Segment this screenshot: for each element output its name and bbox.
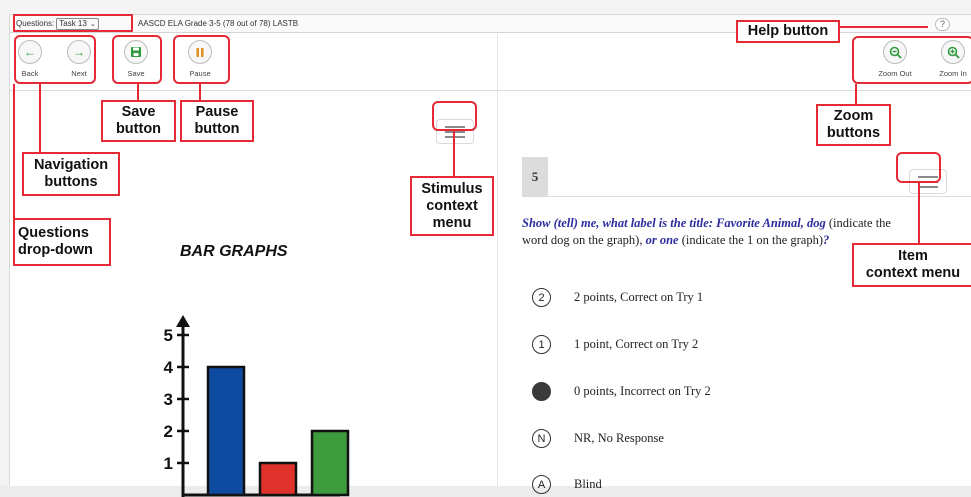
option-text: 0 points, Incorrect on Try 2 — [574, 384, 711, 398]
score-option[interactable]: 2 2 points, Correct on Try 1 — [532, 288, 703, 307]
item-pane: 5 Show (tell) me, what label is the titl… — [498, 91, 971, 494]
help-button[interactable]: ? — [935, 18, 950, 31]
stimulus-pane: BAR GRAPHS 12345ABC — [10, 91, 498, 497]
option-bubble[interactable]: N — [532, 429, 551, 448]
y-tick-label: 1 — [164, 454, 173, 473]
score-option[interactable]: N NR, No Response — [532, 429, 664, 448]
callout-navigation: Navigation buttons — [22, 152, 120, 196]
y-tick-label: 4 — [164, 358, 174, 377]
callout-questions: Questions drop-down — [13, 218, 111, 266]
bar-chart: 12345ABC — [164, 315, 350, 497]
hamburger-line — [918, 185, 938, 188]
option-bubble-selected[interactable] — [532, 382, 551, 401]
test-title: AASCD ELA Grade 3-5 (78 out of 78) LASTB — [138, 19, 299, 28]
prompt-emphasis: Show (tell) me, what label is the title:… — [522, 216, 826, 230]
item-menu-highlight — [896, 152, 941, 183]
prompt-emphasis: or one — [645, 233, 679, 247]
item-number: 5 — [522, 157, 548, 197]
option-text: NR, No Response — [574, 431, 664, 445]
pause-highlight — [173, 35, 230, 84]
hamburger-line — [445, 135, 465, 138]
score-option[interactable]: 1 1 point, Correct on Try 2 — [532, 335, 698, 354]
navigation-highlight — [14, 35, 96, 84]
item-prompt: Show (tell) me, what label is the title:… — [522, 215, 892, 249]
zoom-highlight — [852, 36, 971, 84]
bar-c — [310, 429, 350, 497]
y-tick-label: 3 — [164, 390, 173, 409]
option-text: 1 point, Correct on Try 2 — [574, 337, 699, 351]
option-text: 2 points, Correct on Try 1 — [574, 290, 704, 304]
item-divider — [548, 196, 971, 197]
callout-stimulus-menu: Stimulus context menu — [410, 176, 494, 236]
test-window: Questions: Task 13 ⌄ AASCD ELA Grade 3-5… — [9, 14, 971, 497]
y-tick-label: 5 — [164, 326, 173, 345]
prompt-emphasis: ? — [823, 233, 830, 247]
prompt-text: (indicate the 1 on the graph) — [678, 233, 823, 247]
callout-save: Save button — [101, 100, 176, 142]
callout-help: Help button — [736, 20, 840, 43]
callout-item-menu: Item context menu — [852, 243, 971, 287]
questions-dropdown-highlight — [13, 14, 133, 32]
save-highlight — [112, 35, 162, 84]
option-bubble[interactable]: 1 — [532, 335, 551, 354]
option-bubble[interactable]: 2 — [532, 288, 551, 307]
callout-pause: Pause button — [180, 100, 254, 142]
score-option[interactable]: 0 points, Incorrect on Try 2 — [532, 382, 711, 401]
bar-a — [206, 365, 246, 497]
screenshot-frame: Questions: Task 13 ⌄ AASCD ELA Grade 3-5… — [0, 0, 971, 497]
callout-zoom: Zoom buttons — [816, 104, 891, 146]
bar-b — [258, 461, 298, 497]
y-tick-label: 2 — [164, 422, 173, 441]
y-axis-arrow — [176, 315, 190, 327]
stimulus-menu-highlight — [432, 101, 477, 131]
chart-title: BAR GRAPHS — [180, 243, 288, 260]
